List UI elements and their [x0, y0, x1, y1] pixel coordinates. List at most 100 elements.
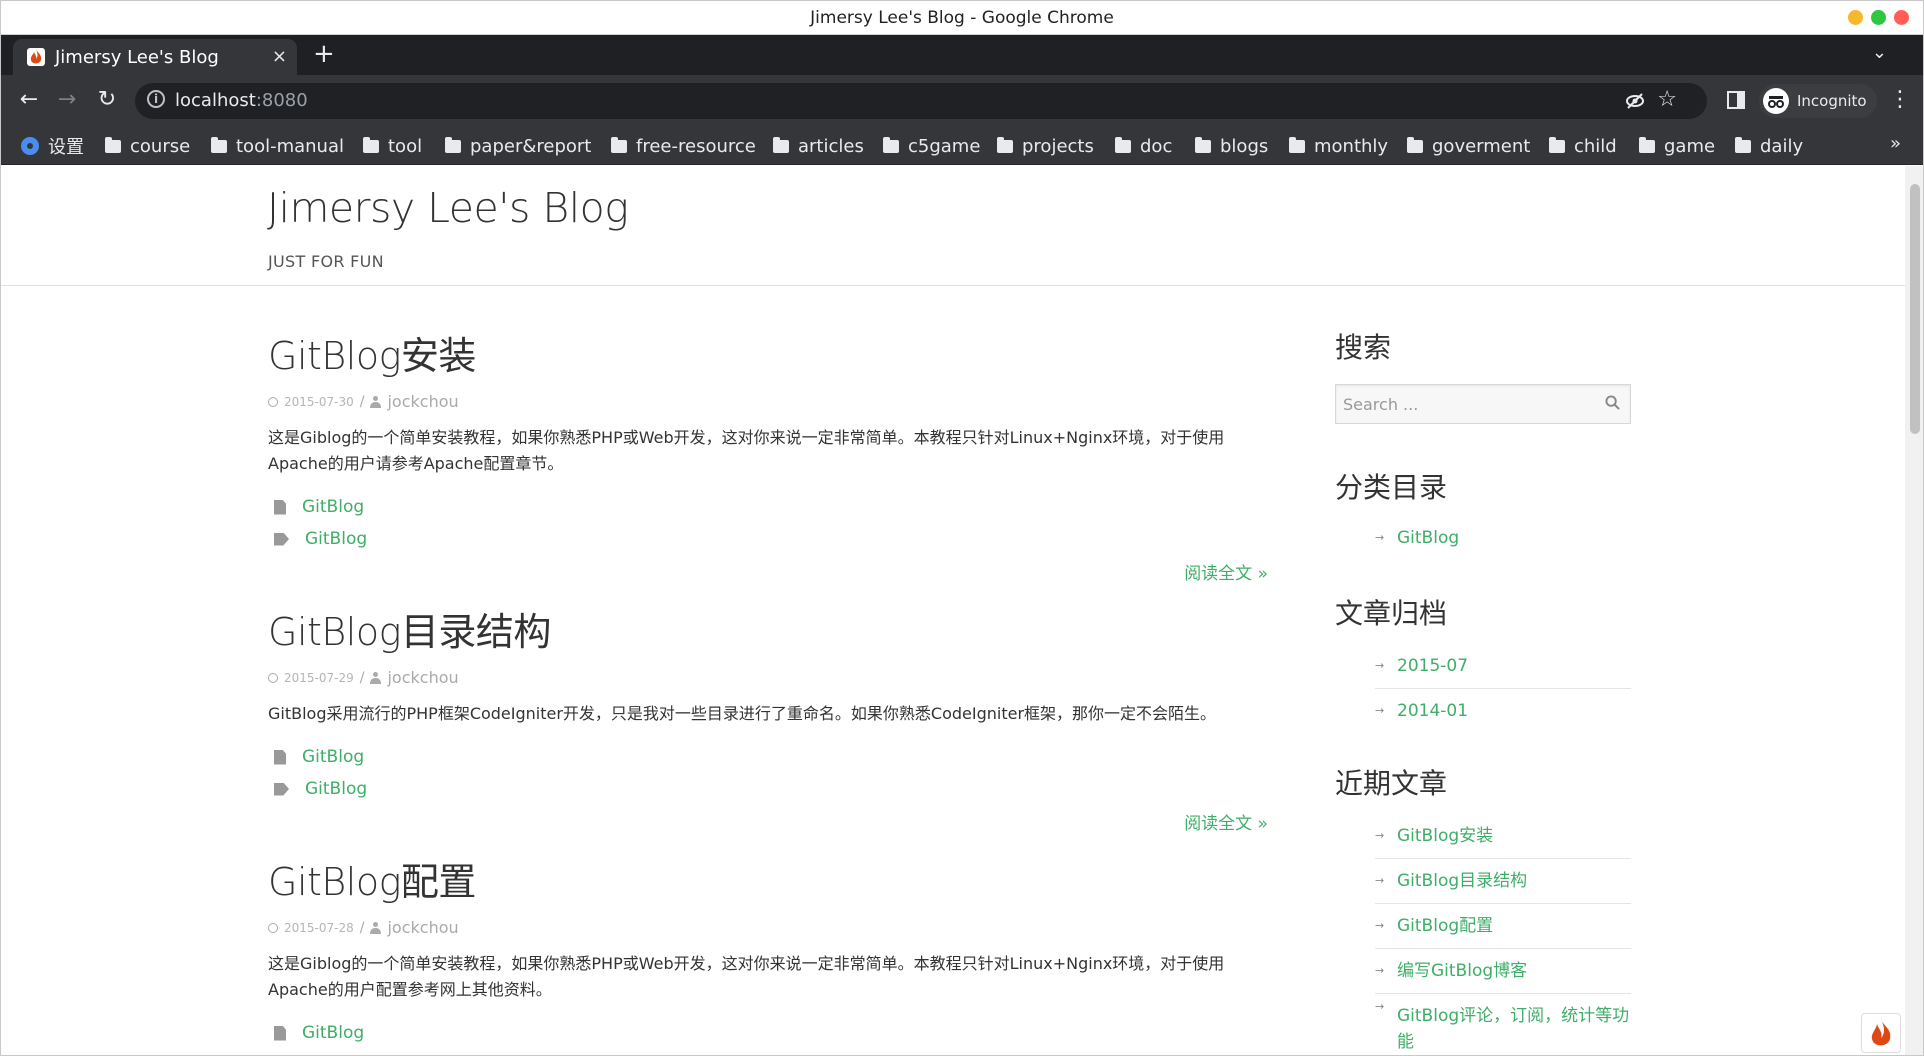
folder-icon — [363, 136, 379, 153]
bookmark-label: daily — [1760, 135, 1804, 157]
post-date: 2015-07-28 — [284, 920, 354, 935]
recent-posts-list: GitBlog安装 GitBlog目录结构 GitBlog配置 编写GitBlo… — [1375, 814, 1631, 1055]
bookmark-folder-goverment[interactable]: goverment — [1407, 134, 1530, 158]
recent-post-item[interactable]: GitBlog配置 — [1375, 904, 1631, 949]
clock-icon — [268, 396, 278, 407]
incognito-profile-button[interactable]: Incognito — [1759, 84, 1877, 118]
tab-active[interactable]: Jimersy Lee's Blog × — [13, 39, 297, 75]
bookmark-folder-doc[interactable]: doc — [1115, 134, 1172, 158]
bookmark-folder-monthly[interactable]: monthly — [1289, 134, 1388, 158]
bookmark-folder-daily[interactable]: daily — [1735, 134, 1803, 158]
post-title[interactable]: GitBlog配置 — [268, 858, 1268, 906]
post-author[interactable]: jockchou — [387, 392, 458, 411]
bookmark-settings[interactable]: 设置 — [21, 134, 84, 158]
chrome-menu-icon[interactable]: ⋮ — [1889, 87, 1911, 112]
post-author[interactable]: jockchou — [387, 668, 458, 687]
bookmark-folder-course[interactable]: course — [105, 134, 190, 158]
url-text[interactable]: localhost:8080 — [175, 90, 308, 111]
maximize-button[interactable] — [1871, 10, 1886, 25]
search-icon[interactable] — [1605, 395, 1620, 410]
new-tab-button[interactable]: + — [313, 40, 335, 68]
clock-icon — [268, 922, 278, 933]
forward-button[interactable]: → — [53, 87, 81, 112]
search-heading: 搜索 — [1335, 331, 1392, 364]
minimize-button[interactable] — [1848, 10, 1863, 25]
folder-icon — [883, 136, 899, 153]
site-info-icon[interactable]: i — [147, 90, 165, 108]
post-date: 2015-07-29 — [284, 670, 354, 685]
folder-icon — [1735, 136, 1751, 153]
meta-separator: / — [359, 919, 365, 936]
post-article: GitBlog目录结构 2015-07-29 / jockchou GitBlo… — [268, 608, 1268, 834]
post-title[interactable]: GitBlog目录结构 — [268, 608, 1268, 656]
bookmark-label: blogs — [1220, 135, 1269, 157]
post-tag: GitBlog — [268, 523, 1268, 555]
bookmark-label: free-resource — [636, 135, 756, 157]
folder-icon — [1639, 136, 1655, 153]
search-field[interactable] — [1335, 384, 1631, 424]
window-title: Jimersy Lee's Blog - Google Chrome — [810, 8, 1114, 28]
post-excerpt: GitBlog采用流行的PHP框架CodeIgniter开发，只是我对一些目录进… — [268, 704, 1217, 723]
more-bookmarks-chevron-icon[interactable]: » — [1890, 133, 1901, 154]
folder-icon — [611, 136, 627, 153]
tab-search-chevron-icon[interactable]: ⌄ — [1872, 42, 1887, 63]
recent-post-item[interactable]: GitBlog评论，订阅，统计等功能 — [1375, 994, 1631, 1055]
tag-link[interactable]: GitBlog — [305, 529, 367, 549]
bookmark-label: projects — [1022, 135, 1094, 157]
post-author[interactable]: jockchou — [387, 918, 458, 937]
category-link[interactable]: GitBlog — [302, 497, 364, 517]
reload-button[interactable]: ↻ — [93, 87, 121, 112]
bookmark-label: goverment — [1432, 135, 1531, 157]
archive-item[interactable]: 2015-07 — [1375, 644, 1631, 689]
tracking-blocked-eye-icon[interactable] — [1625, 91, 1645, 111]
folder-icon — [997, 136, 1013, 153]
bookmark-label: game — [1664, 135, 1716, 157]
back-button[interactable]: ← — [15, 87, 43, 112]
search-input[interactable] — [1336, 385, 1630, 423]
post-terms: GitBlog GitBlog — [268, 491, 1268, 555]
tab-close-icon[interactable]: × — [272, 46, 287, 67]
bookmark-label: c5game — [908, 135, 981, 157]
read-more-link[interactable]: 阅读全文 » — [268, 559, 1268, 584]
read-more-link[interactable]: 阅读全文 » — [268, 809, 1268, 834]
bookmark-label: tool — [388, 135, 423, 157]
url-host: localhost — [175, 90, 256, 111]
bookmark-folder-paper-report[interactable]: paper&report — [445, 134, 591, 158]
post-category: GitBlog — [268, 1017, 1268, 1049]
recent-post-item[interactable]: GitBlog安装 — [1375, 814, 1631, 859]
site-title[interactable]: Jimersy Lee's Blog — [267, 184, 629, 232]
recent-post-item[interactable]: GitBlog目录结构 — [1375, 859, 1631, 904]
bookmark-folder-child[interactable]: child — [1549, 134, 1617, 158]
site-description: JUST FOR FUN — [268, 252, 384, 271]
bookmark-folder-game[interactable]: game — [1639, 134, 1715, 158]
bookmark-folder-tool[interactable]: tool — [363, 134, 422, 158]
archive-item[interactable]: 2014-01 — [1375, 689, 1631, 733]
codeigniter-profiler-icon[interactable] — [1861, 1013, 1901, 1053]
bookmark-label: child — [1574, 135, 1617, 157]
category-link[interactable]: GitBlog — [302, 747, 364, 767]
category-item[interactable]: GitBlog — [1375, 516, 1631, 560]
side-panel-icon[interactable] — [1727, 91, 1745, 109]
bookmark-folder-tool-manual[interactable]: tool-manual — [211, 134, 344, 158]
folder-icon — [773, 136, 789, 153]
tag-link[interactable]: GitBlog — [305, 779, 367, 799]
bookmark-folder-free-resource[interactable]: free-resource — [611, 134, 756, 158]
page-scrollbar[interactable] — [1905, 166, 1923, 1055]
post-meta: 2015-07-30 / jockchou — [268, 392, 1268, 411]
scrollbar-thumb[interactable] — [1910, 184, 1920, 434]
post-date: 2015-07-30 — [284, 394, 354, 409]
address-bar[interactable]: i localhost:8080 ☆ — [135, 83, 1707, 119]
bookmark-folder-articles[interactable]: articles — [773, 134, 864, 158]
bookmark-folder-c5game[interactable]: c5game — [883, 134, 980, 158]
bookmark-star-icon[interactable]: ☆ — [1657, 87, 1677, 112]
bookmark-folder-projects[interactable]: projects — [997, 134, 1094, 158]
post-meta: 2015-07-29 / jockchou — [268, 668, 1268, 687]
user-icon — [370, 671, 382, 684]
bookmark-folder-blogs[interactable]: blogs — [1195, 134, 1268, 158]
post-title[interactable]: GitBlog安装 — [268, 332, 1268, 380]
recent-post-item[interactable]: 编写GitBlog博客 — [1375, 949, 1631, 994]
close-window-button[interactable] — [1894, 10, 1909, 25]
folder-icon — [1407, 136, 1423, 153]
bookmark-label: articles — [798, 135, 864, 157]
category-link[interactable]: GitBlog — [302, 1023, 364, 1043]
